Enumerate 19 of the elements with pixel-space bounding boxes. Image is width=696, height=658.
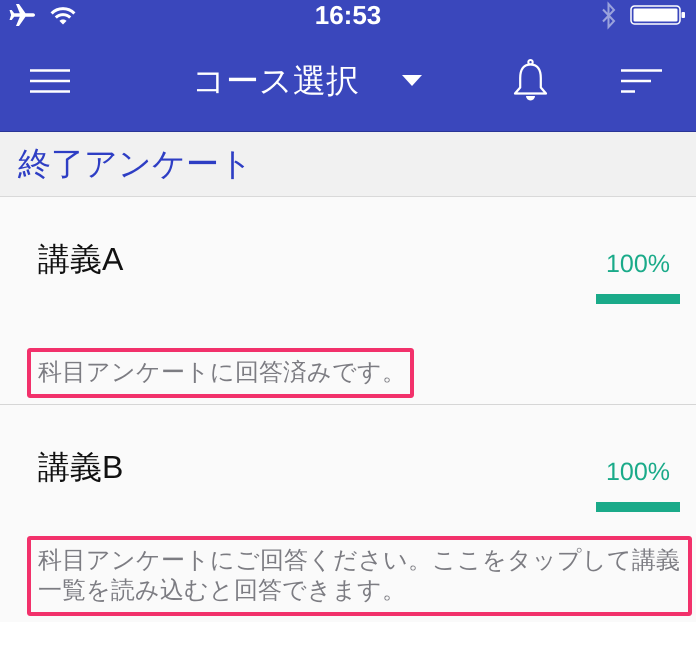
status-time: 16:53 xyxy=(314,0,382,30)
survey-note: 科目アンケートに回答済みです。 xyxy=(38,358,406,388)
lecture-name: 講義B xyxy=(38,448,124,487)
course-select-dropdown[interactable]: コース選択 xyxy=(192,60,422,100)
lecture-card[interactable]: 講義A 100% 科目アンケートに回答済みです。 xyxy=(0,197,696,404)
sort-icon[interactable] xyxy=(621,68,662,92)
airplane-icon xyxy=(8,3,36,27)
battery-icon xyxy=(630,5,686,25)
section-title: 終了アンケート xyxy=(18,144,253,184)
completion-percent: 100% xyxy=(606,251,670,277)
caret-icon xyxy=(402,75,422,86)
bluetooth-icon xyxy=(600,0,618,30)
bell-icon[interactable] xyxy=(513,59,548,102)
survey-note: 科目アンケートにご回答ください。ここをタップして講義一覧を読み込むと回答できます。 xyxy=(38,546,681,606)
lecture-card[interactable]: 講義B 100% 科目アンケートにご回答ください。ここをタップして講義一覧を読み込むと回答できます。 xyxy=(0,404,696,622)
completion-percent: 100% xyxy=(606,459,670,485)
wifi-icon xyxy=(50,6,76,24)
lecture-name: 講義A xyxy=(38,240,124,279)
menu-icon[interactable] xyxy=(30,68,70,92)
